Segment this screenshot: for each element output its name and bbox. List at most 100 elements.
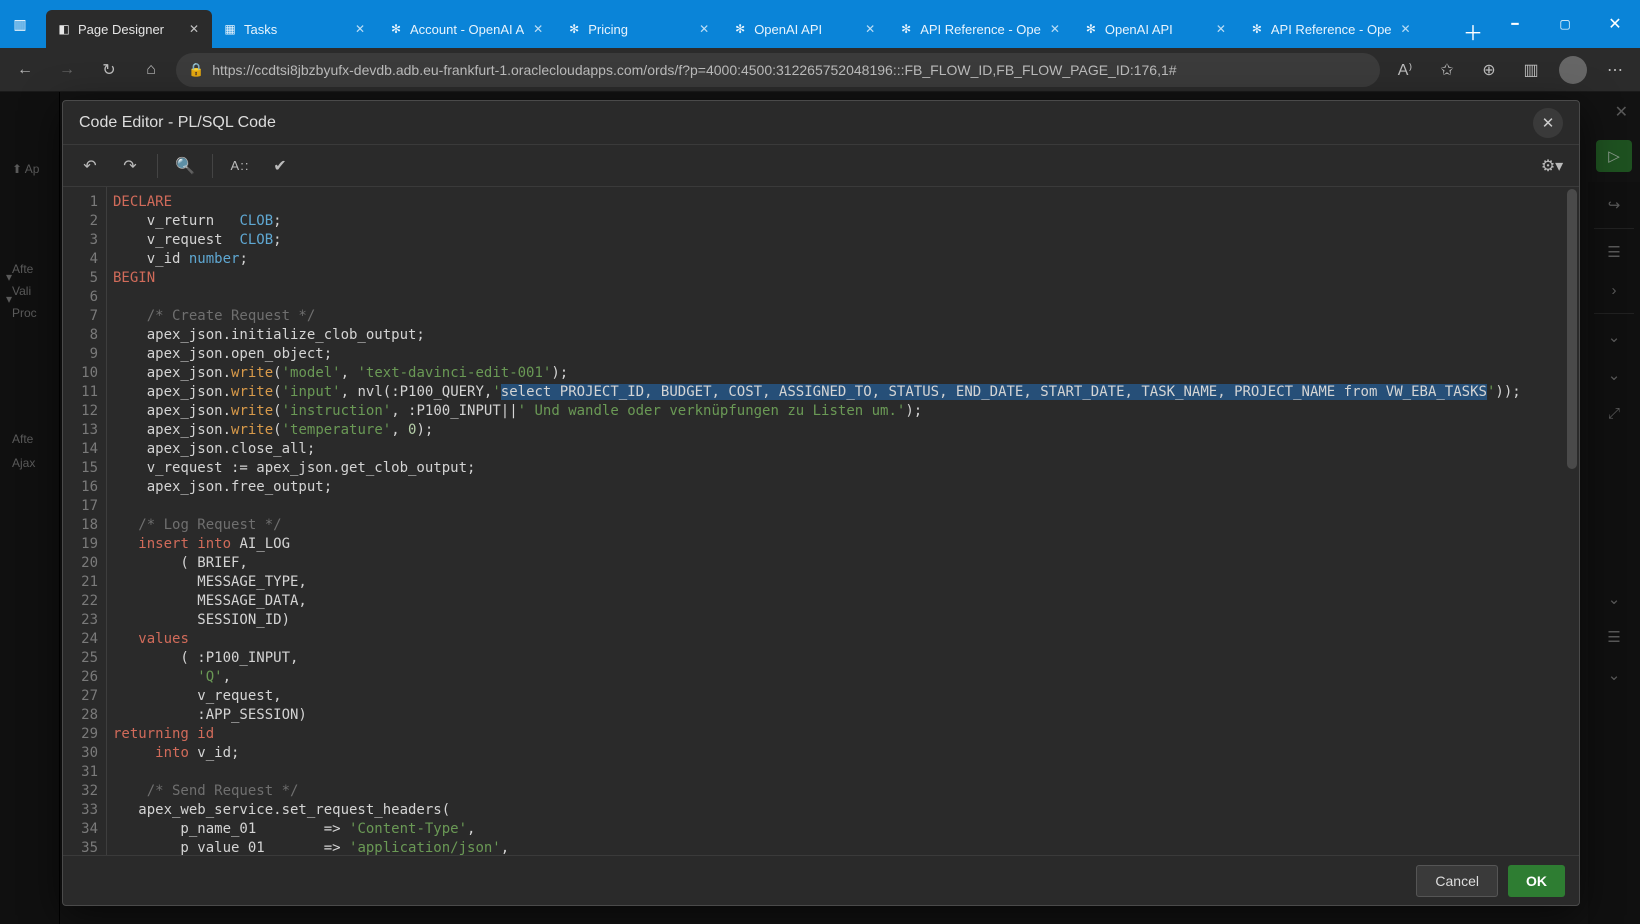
code-editor-dialog: Code Editor - PL/SQL Code ✕ ↶ ↷ 🔍 A:: ✔ … [62,100,1580,906]
url-text: https://ccdtsi8jbzbyufx-devdb.adb.eu-fra… [212,62,1368,78]
favicon-icon: ✻ [1249,21,1265,37]
browser-tab[interactable]: ✻ API Reference - Ope ✕ [1239,10,1424,48]
new-tab-button[interactable]: ＋ [1456,14,1490,48]
code-line[interactable]: MESSAGE_TYPE, [113,573,1579,592]
code-line[interactable]: p_value_01 => 'application/json', [113,839,1579,855]
code-line[interactable]: v_request CLOB; [113,231,1579,250]
code-line[interactable]: apex_json.write('instruction', :P100_INP… [113,402,1579,421]
dialog-footer: Cancel OK [63,855,1579,905]
tab-label: Account - OpenAI A [410,22,524,37]
code-line[interactable]: v_request := apex_json.get_clob_output; [113,459,1579,478]
home-button[interactable]: ⌂ [134,53,168,87]
tab-label: API Reference - Ope [1271,22,1392,37]
read-aloud-icon[interactable]: A⁾ [1388,53,1422,87]
back-button[interactable]: ← [8,53,42,87]
redo-icon[interactable]: ↷ [113,151,147,181]
code-line[interactable] [113,763,1579,782]
url-box[interactable]: 🔒 https://ccdtsi8jbzbyufx-devdb.adb.eu-f… [176,53,1380,87]
code-line[interactable]: returning id [113,725,1579,744]
scrollbar-thumb[interactable] [1567,189,1577,469]
close-tab-icon[interactable]: ✕ [186,21,202,37]
code-line[interactable]: /* Create Request */ [113,307,1579,326]
editor-body[interactable]: 1234567891011121314151617181920212223242… [63,187,1579,855]
dialog-header: Code Editor - PL/SQL Code ✕ [63,101,1579,145]
code-line[interactable]: apex_json.close_all; [113,440,1579,459]
favicon-icon: ✻ [732,21,748,37]
code-line[interactable]: apex_json.write('temperature', 0); [113,421,1579,440]
lock-icon: 🔒 [188,62,204,78]
code-line[interactable]: :APP_SESSION) [113,706,1579,725]
browser-tab[interactable]: ✻ OpenAI API ✕ [1073,10,1239,48]
code-line[interactable]: DECLARE [113,193,1579,212]
browser-titlebar: ▥ ◧ Page Designer ✕▦ Tasks ✕✻ Account - … [0,0,1640,48]
code-line[interactable]: /* Log Request */ [113,516,1579,535]
code-line[interactable]: SESSION_ID) [113,611,1579,630]
code-line[interactable]: v_id number; [113,250,1579,269]
tab-actions-icon[interactable]: ▥ [0,0,40,48]
validate-icon[interactable]: ✔ [263,151,297,181]
code-line[interactable]: v_return CLOB; [113,212,1579,231]
favicon-icon: ▦ [222,21,238,37]
settings-icon[interactable]: ⚙▾ [1535,151,1569,181]
cancel-button[interactable]: Cancel [1416,865,1498,897]
dialog-title: Code Editor - PL/SQL Code [79,114,276,132]
code-line[interactable]: apex_json.write('model', 'text-davinci-e… [113,364,1579,383]
address-bar: ← → ↻ ⌂ 🔒 https://ccdtsi8jbzbyufx-devdb.… [0,48,1640,92]
code-line[interactable]: p_name_01 => 'Content-Type', [113,820,1579,839]
close-window-button[interactable]: ✕ [1590,0,1640,48]
code-line[interactable] [113,497,1579,516]
browser-tab[interactable]: ✻ OpenAI API ✕ [722,10,888,48]
code-line[interactable]: BEGIN [113,269,1579,288]
collections-icon[interactable]: ▥ [1514,53,1548,87]
code-line[interactable]: insert into AI_LOG [113,535,1579,554]
tab-label: API Reference - Ope [920,22,1041,37]
browser-tab[interactable]: ✻ API Reference - Ope ✕ [888,10,1073,48]
code-line[interactable]: apex_json.free_output; [113,478,1579,497]
close-tab-icon[interactable]: ✕ [1047,21,1063,37]
code-line[interactable]: v_request, [113,687,1579,706]
browser-tab[interactable]: ✻ Account - OpenAI A ✕ [378,10,556,48]
close-tab-icon[interactable]: ✕ [352,21,368,37]
close-tab-icon[interactable]: ✕ [1213,21,1229,37]
browser-tab[interactable]: ▦ Tasks ✕ [212,10,378,48]
refresh-button[interactable]: ↻ [92,53,126,87]
autocomplete-button[interactable]: A:: [223,151,257,181]
code-line[interactable]: apex_json.initialize_clob_output; [113,326,1579,345]
code-area[interactable]: DECLARE v_return CLOB; v_request CLOB; v… [107,187,1579,855]
favicon-icon: ◧ [56,21,72,37]
favorites-icon[interactable]: ✩ [1430,53,1464,87]
dialog-toolbar: ↶ ↷ 🔍 A:: ✔ ⚙▾ [63,145,1579,187]
code-line[interactable]: MESSAGE_DATA, [113,592,1579,611]
menu-icon[interactable]: ⋯ [1598,53,1632,87]
tab-label: Tasks [244,22,346,37]
code-line[interactable]: apex_json.write('input', nvl(:P100_QUERY… [113,383,1579,402]
tab-label: OpenAI API [754,22,856,37]
browser-tab[interactable]: ◧ Page Designer ✕ [46,10,212,48]
window-controls: ━ ▢ ✕ [1490,0,1640,48]
ok-button[interactable]: OK [1508,865,1565,897]
code-line[interactable]: ( :P100_INPUT, [113,649,1579,668]
code-line[interactable]: apex_json.open_object; [113,345,1579,364]
close-tab-icon[interactable]: ✕ [862,21,878,37]
code-line[interactable] [113,288,1579,307]
code-line[interactable]: 'Q', [113,668,1579,687]
dialog-close-button[interactable]: ✕ [1533,108,1563,138]
close-tab-icon[interactable]: ✕ [696,21,712,37]
line-gutter: 1234567891011121314151617181920212223242… [63,187,107,855]
extensions-icon[interactable]: ⊕ [1472,53,1506,87]
minimize-button[interactable]: ━ [1490,0,1540,48]
vertical-scrollbar[interactable] [1565,187,1579,855]
code-line[interactable]: ( BRIEF, [113,554,1579,573]
forward-button[interactable]: → [50,53,84,87]
close-tab-icon[interactable]: ✕ [530,21,546,37]
code-line[interactable]: /* Send Request */ [113,782,1579,801]
code-line[interactable]: apex_web_service.set_request_headers( [113,801,1579,820]
browser-tab[interactable]: ✻ Pricing ✕ [556,10,722,48]
code-line[interactable]: into v_id; [113,744,1579,763]
undo-icon[interactable]: ↶ [73,151,107,181]
profile-avatar[interactable] [1556,53,1590,87]
search-icon[interactable]: 🔍 [168,151,202,181]
close-tab-icon[interactable]: ✕ [1398,21,1414,37]
code-line[interactable]: values [113,630,1579,649]
maximize-button[interactable]: ▢ [1540,0,1590,48]
